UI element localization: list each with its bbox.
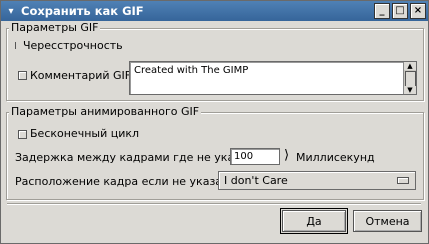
disposal-label: Расположение кадра если не указано: [15, 175, 240, 188]
maximize-button[interactable]: □ [392, 3, 408, 19]
save-as-gif-dialog: ▾ Сохранить как GIF _ □ × Параметры GIF … [0, 0, 429, 244]
spin-arrows-icon[interactable]: ⟩ [282, 148, 291, 163]
gif-comment-textarea[interactable]: Created with The GIMP ▲ ▼ [129, 61, 417, 95]
gif-comment-label: Комментарий GIF: [30, 69, 134, 82]
loop-forever-label: Бесконечный цикл [30, 127, 140, 140]
title-bar[interactable]: ▾ Сохранить как GIF _ □ × [1, 1, 428, 21]
gif-options-label: Параметры GIF [9, 21, 101, 34]
delay-spinbutton[interactable]: 100 [230, 148, 280, 165]
loop-forever-checkbox[interactable] [18, 130, 27, 139]
window-menu-icon[interactable]: ▾ [4, 4, 18, 18]
delay-value: 100 [234, 151, 254, 162]
ok-button[interactable]: Да [280, 208, 348, 234]
interlace-label: Чересстрочность [23, 39, 123, 52]
gif-comment-text: Created with The GIMP [134, 65, 249, 76]
scroll-down-icon[interactable]: ▼ [404, 86, 416, 94]
comment-scrollbar[interactable]: ▲ ▼ [403, 62, 416, 94]
scroll-up-icon[interactable]: ▲ [404, 62, 416, 70]
interlace-checkbox[interactable] [15, 42, 20, 49]
button-separator [7, 203, 421, 205]
delay-unit-label: Миллисекунд [296, 151, 375, 164]
disposal-combo[interactable]: I don't Care [218, 171, 416, 190]
minimize-button[interactable]: _ [374, 3, 390, 19]
close-button[interactable]: × [410, 3, 426, 19]
delay-label: Задержка между кадрами где не указано: [15, 151, 265, 164]
animation-options-label: Параметры анимированного GIF [9, 105, 202, 118]
gif-comment-checkbox[interactable] [18, 71, 27, 80]
disposal-value: I don't Care [224, 174, 288, 187]
window-title: Сохранить как GIF [21, 4, 144, 18]
combo-indicator-icon [397, 177, 409, 184]
cancel-button[interactable]: Отмена [353, 210, 422, 232]
